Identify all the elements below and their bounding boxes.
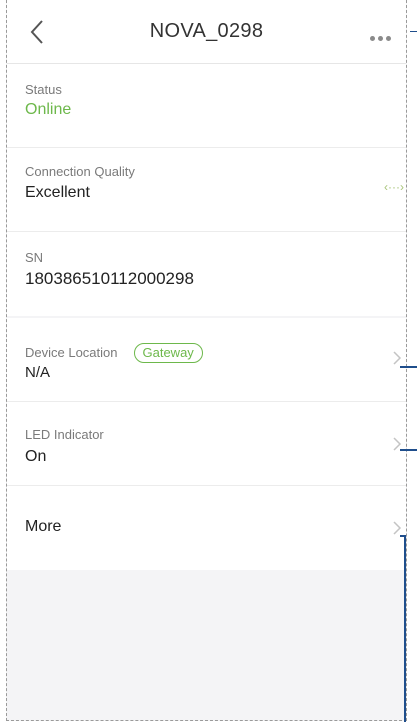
device-location-label-text: Device Location [25, 345, 118, 360]
led-indicator-value: On [25, 448, 47, 465]
annotation-line-menu [410, 31, 417, 32]
more-row[interactable]: More [7, 486, 406, 570]
more-options-icon[interactable] [370, 28, 400, 41]
signal-icon: ‹···› [384, 180, 404, 194]
sn-label: SN [25, 250, 44, 265]
connection-quality-row: Connection Quality Excellent ‹···› [7, 148, 406, 232]
connection-quality-value: Excellent [25, 184, 90, 201]
navigation-bar: NOVA_0298 [7, 0, 406, 64]
phone-screen: NOVA_0298 Status Online Connection Quali… [6, 0, 407, 721]
sn-value: 180386510112000298 [25, 269, 194, 288]
sn-row: SN 180386510112000298 [7, 232, 406, 316]
connection-quality-label: Connection Quality [25, 164, 135, 179]
annotation-line-led [400, 449, 417, 451]
annotation-line-more [400, 535, 406, 537]
page-title: NOVA_0298 [149, 20, 264, 42]
device-location-row[interactable]: Device Location Gateway N/A [7, 318, 406, 402]
status-row: Status Online [7, 64, 406, 148]
led-indicator-label: LED Indicator [25, 427, 104, 442]
chevron-right-icon [393, 351, 402, 365]
annotation-line-location [400, 366, 417, 368]
more-label: More [25, 518, 62, 535]
chevron-right-icon [393, 521, 402, 535]
status-value: Online [25, 101, 72, 118]
annotation-line-more-vertical [404, 535, 406, 722]
led-indicator-row[interactable]: LED Indicator On [7, 402, 406, 486]
device-location-label: Device Location Gateway [25, 343, 203, 363]
gateway-badge: Gateway [133, 343, 203, 363]
device-location-value: N/A [25, 364, 51, 381]
status-label: Status [25, 82, 62, 97]
settings-section: Device Location Gateway N/A LED Indicator… [7, 318, 406, 570]
info-section: Status Online Connection Quality Excelle… [7, 64, 406, 316]
